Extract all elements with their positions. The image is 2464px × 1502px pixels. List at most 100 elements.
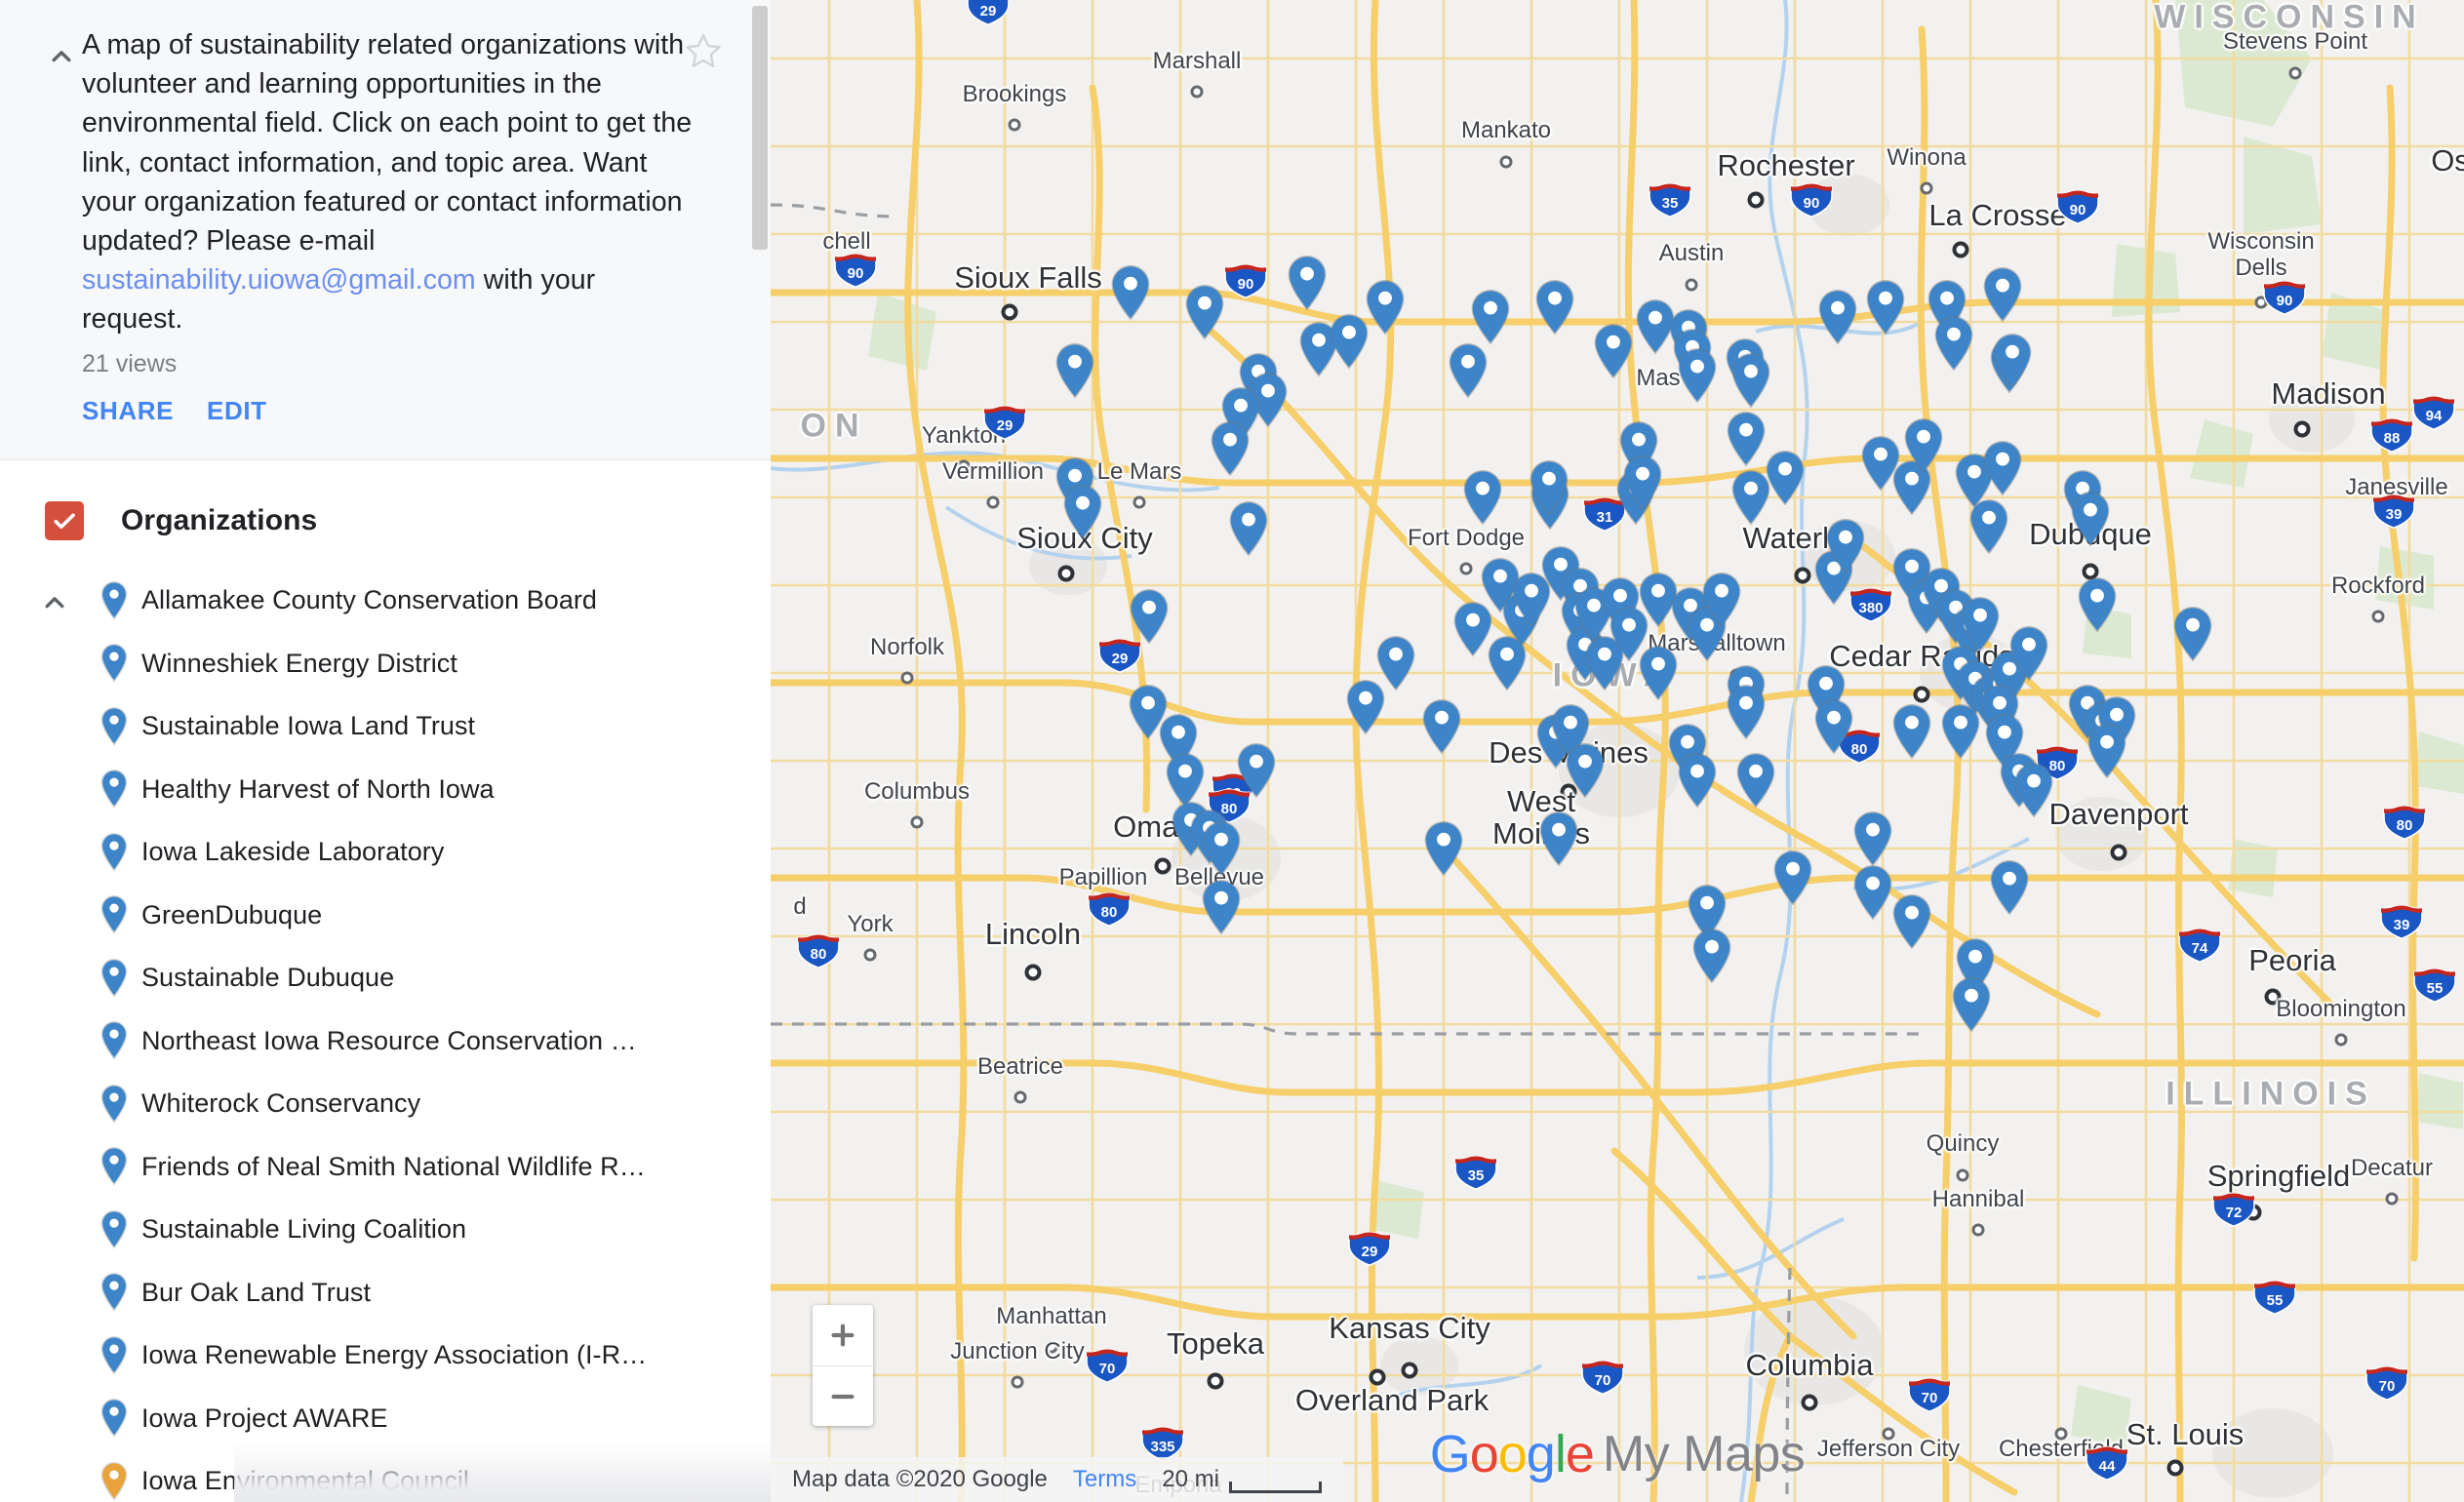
map-marker[interactable] — [1636, 644, 1681, 702]
share-button[interactable]: SHARE — [82, 396, 174, 426]
list-item[interactable]: Northeast Iowa Resource Conservation … — [98, 1009, 771, 1073]
map-marker[interactable] — [1343, 678, 1388, 736]
map-marker[interactable] — [1419, 697, 1464, 756]
map-marker[interactable] — [2085, 722, 2129, 780]
map-zoom-controls — [813, 1305, 873, 1426]
map-marker[interactable] — [1675, 751, 1720, 810]
sidebar-scrollbar-thumb[interactable] — [752, 6, 768, 250]
map-marker[interactable] — [1980, 439, 2025, 497]
description-email-link[interactable]: sustainability.uiowa@gmail.com — [82, 264, 476, 296]
map-marker[interactable] — [1987, 858, 2032, 917]
map-sidebar: A map of sustainability related organiza… — [0, 0, 771, 1502]
map-marker[interactable] — [1421, 819, 1466, 878]
map-marker[interactable] — [1234, 741, 1279, 800]
map-marker[interactable] — [1285, 254, 1330, 312]
map-marker[interactable] — [2075, 575, 2120, 634]
map-marker[interactable] — [1770, 849, 1815, 907]
map-marker[interactable] — [2007, 624, 2051, 683]
map-marker[interactable] — [1901, 416, 1946, 475]
map-marker[interactable] — [1536, 810, 1581, 868]
list-item[interactable]: Sustainable Iowa Land Trust — [98, 695, 771, 759]
list-item[interactable]: Whiterock Conservancy — [98, 1073, 771, 1136]
map-marker[interactable] — [1990, 332, 2035, 390]
map-marker[interactable] — [1733, 751, 1778, 810]
map-marker[interactable] — [1199, 878, 1244, 936]
list-item[interactable]: Winneshiek Energy District — [98, 632, 771, 695]
edit-button[interactable]: EDIT — [207, 396, 267, 426]
map-marker[interactable] — [1527, 458, 1571, 517]
map-marker[interactable] — [1967, 497, 2011, 556]
list-item[interactable]: Healthy Harvest of North Iowa — [98, 758, 771, 821]
map-marker[interactable] — [1532, 278, 1577, 336]
svg-text:70: 70 — [1099, 1361, 1116, 1377]
map-marker[interactable] — [1208, 419, 1252, 478]
svg-text:39: 39 — [2386, 506, 2403, 523]
map-marker[interactable] — [1460, 468, 1505, 527]
map-marker[interactable] — [1108, 263, 1153, 322]
interstate-shield-icon: 80 — [1087, 891, 1132, 927]
layer-visibility-checkbox[interactable] — [45, 500, 84, 540]
map-marker[interactable] — [1060, 483, 1105, 541]
map-marker[interactable] — [1053, 341, 1097, 400]
terms-link[interactable]: Terms — [1073, 1466, 1136, 1493]
map-marker[interactable] — [1689, 927, 1734, 985]
map-marker[interactable] — [1724, 683, 1769, 741]
sidebar-scrollbar[interactable] — [749, 0, 771, 1502]
map-marker[interactable] — [1675, 346, 1720, 405]
svg-text:35: 35 — [1662, 195, 1679, 212]
map-marker[interactable] — [1199, 819, 1244, 878]
map-marker[interactable] — [1182, 283, 1227, 341]
list-item[interactable]: Friends of Neal Smith National Wildlife … — [98, 1135, 771, 1199]
map-marker[interactable] — [1226, 499, 1271, 558]
map-marker[interactable] — [1127, 587, 1172, 646]
map-marker[interactable] — [2170, 605, 2215, 663]
city-dot-icon — [1913, 686, 1930, 703]
map-marker[interactable] — [1980, 265, 2025, 324]
list-item[interactable]: Iowa Lakeside Laboratory — [98, 821, 771, 885]
list-item[interactable]: Bur Oak Land Trust — [98, 1261, 771, 1324]
city-dot-icon — [1459, 562, 1473, 575]
interstate-shield-icon: 90 — [2262, 280, 2307, 315]
map-marker[interactable] — [1591, 322, 1636, 380]
map-marker[interactable] — [2011, 761, 2056, 819]
map-marker[interactable] — [1931, 314, 1976, 373]
map-viewport[interactable]: WISCONSINILLINOISIOWAONBrookingsMarshall… — [771, 0, 2464, 1502]
star-outline-icon[interactable] — [681, 29, 726, 74]
map-marker[interactable] — [1563, 741, 1608, 800]
city-dot-icon — [1685, 278, 1698, 292]
map-marker[interactable] — [1889, 892, 1934, 951]
map-marker[interactable] — [1823, 517, 1868, 575]
map-marker[interactable] — [1811, 697, 1856, 756]
map-marker[interactable] — [1815, 288, 1860, 346]
svg-text:70: 70 — [2379, 1378, 2396, 1395]
map-marker[interactable] — [1729, 351, 1773, 410]
map-marker[interactable] — [1763, 449, 1808, 507]
city-dot-icon — [1747, 191, 1765, 209]
svg-text:80: 80 — [811, 946, 827, 963]
map-marker[interactable] — [1446, 341, 1490, 400]
list-item[interactable]: Iowa Environmental Council — [98, 1450, 771, 1502]
map-marker[interactable] — [1468, 288, 1513, 346]
list-item[interactable]: Allamakee County Conservation Board — [98, 570, 771, 633]
city-dot-icon — [1499, 155, 1513, 169]
scale-label: 20 mi — [1162, 1466, 1219, 1492]
list-item[interactable]: Sustainable Dubuque — [98, 947, 771, 1010]
zoom-in-button[interactable] — [813, 1305, 873, 1365]
layer-collapse-button[interactable] — [0, 570, 98, 1502]
map-marker[interactable] — [1949, 975, 1994, 1034]
map-marker[interactable] — [1327, 312, 1371, 371]
list-item[interactable]: GreenDubuque — [98, 884, 771, 947]
map-marker[interactable] — [1889, 702, 1934, 761]
list-item[interactable]: Sustainable Living Coalition — [98, 1199, 771, 1262]
zoom-out-button[interactable] — [813, 1365, 873, 1426]
map-marker[interactable] — [2068, 490, 2113, 548]
map-marker[interactable] — [1485, 634, 1530, 692]
map-marker[interactable] — [1699, 571, 1744, 629]
city-dot-icon — [1956, 1168, 1969, 1182]
description-collapse-button[interactable] — [29, 25, 82, 62]
map-marker[interactable] — [1620, 454, 1665, 512]
map-marker[interactable] — [1850, 810, 1895, 868]
list-item[interactable]: Iowa Renewable Energy Association (I-R… — [98, 1324, 771, 1388]
map-marker[interactable] — [1863, 278, 1908, 336]
list-item[interactable]: Iowa Project AWARE — [98, 1387, 771, 1450]
